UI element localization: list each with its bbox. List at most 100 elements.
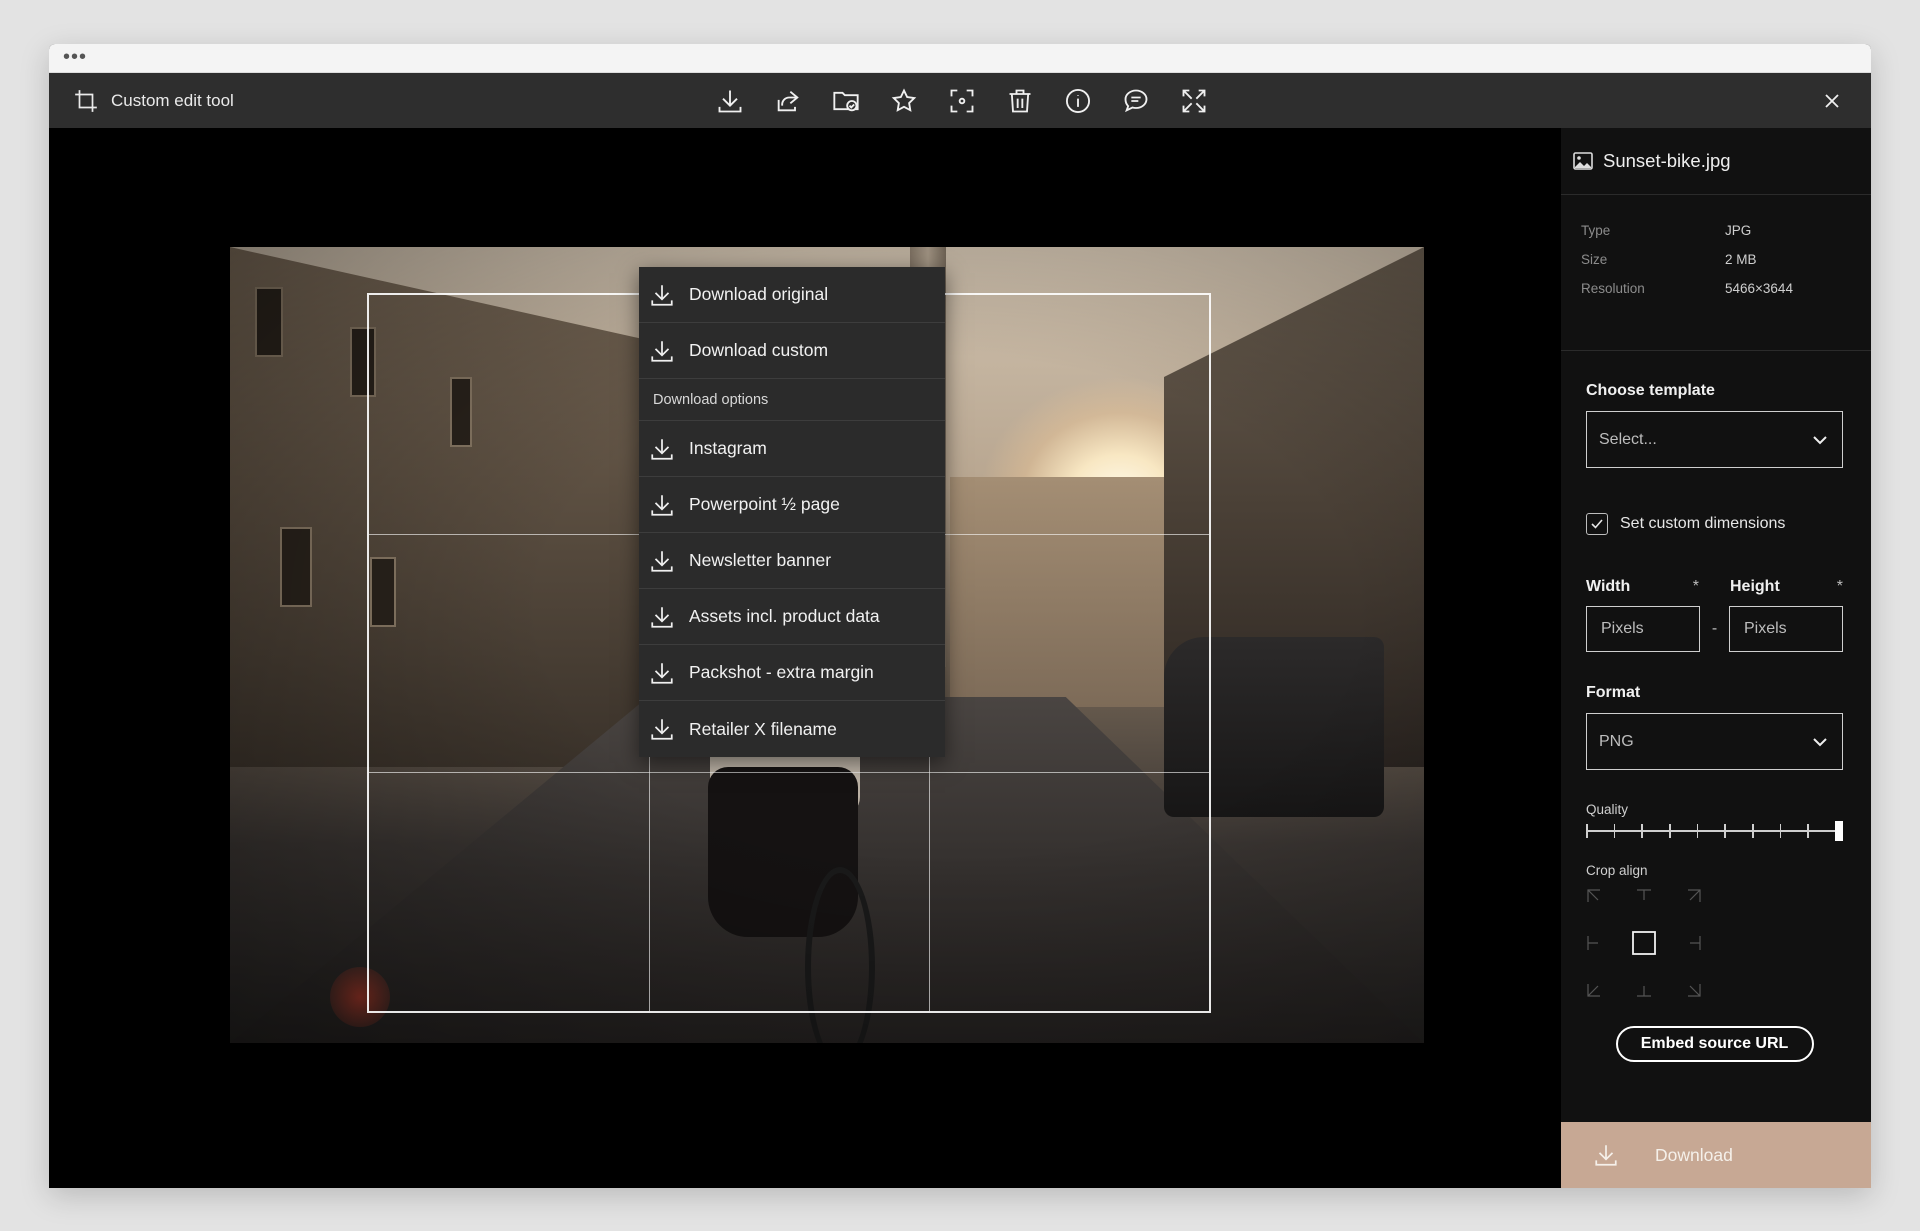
align-bottom-right[interactable] — [1672, 968, 1702, 998]
download-button[interactable] — [701, 73, 759, 128]
center-square-icon — [1632, 931, 1656, 955]
share-button[interactable] — [759, 73, 817, 128]
tool-title: Custom edit tool — [73, 73, 234, 128]
quality-slider-tick — [1669, 824, 1671, 838]
meta-row-resolution: Resolution 5466×3644 — [1581, 281, 1871, 310]
menu-item-label: Download custom — [689, 340, 829, 360]
chevron-down-icon — [1813, 435, 1827, 444]
height-input[interactable] — [1728, 606, 1843, 652]
menu-item-label: Assets incl. product data — [689, 606, 880, 626]
menu-section-header: Download options — [639, 379, 945, 421]
custom-dimensions-label: Set custom dimensions — [1620, 515, 1786, 532]
edge-left-icon — [1587, 936, 1598, 950]
quality-slider-track — [1586, 830, 1843, 832]
toolbar-actions — [701, 73, 1223, 128]
file-metadata: Type JPG Size 2 MB Resolution 5466×3644 — [1561, 195, 1871, 351]
template-select-value: Select... — [1599, 430, 1657, 448]
download-icon — [718, 90, 742, 112]
format-label: Format — [1586, 684, 1641, 701]
download-submit-button[interactable]: Download — [1561, 1122, 1871, 1188]
width-label-row: Width * — [1586, 578, 1699, 596]
download-icon — [651, 662, 673, 684]
align-top-left[interactable] — [1586, 888, 1616, 918]
menu-item-instagram[interactable]: Instagram — [639, 421, 945, 477]
corner-top-left-icon — [1587, 889, 1600, 902]
quality-slider-tick — [1724, 824, 1726, 838]
trash-icon — [1009, 89, 1031, 112]
menu-item-label: Powerpoint ½ page — [689, 494, 840, 514]
window-menu-dots[interactable]: ••• — [63, 47, 87, 67]
download-menu: Download original Download custom Downlo… — [639, 267, 945, 757]
menu-item-packshot[interactable]: Packshot - extra margin — [639, 645, 945, 701]
width-required-mark: * — [1692, 578, 1699, 595]
delete-button[interactable] — [991, 73, 1049, 128]
quality-slider-thumb[interactable] — [1835, 821, 1843, 841]
menu-item-assets-product-data[interactable]: Assets incl. product data — [639, 589, 945, 645]
corner-bottom-left-icon — [1587, 984, 1600, 997]
checkmark-icon — [1591, 519, 1603, 529]
download-icon — [651, 719, 673, 740]
add-to-folder-button[interactable] — [817, 73, 875, 128]
align-top-center[interactable] — [1629, 888, 1659, 918]
menu-item-label: Download original — [689, 284, 829, 304]
meta-value: JPG — [1725, 223, 1752, 238]
close-button[interactable] — [1817, 73, 1847, 128]
quality-slider-tick — [1779, 824, 1782, 838]
align-middle-left[interactable] — [1586, 928, 1616, 958]
menu-item-download-custom[interactable]: Download custom — [639, 323, 945, 379]
align-bottom-center[interactable] — [1629, 968, 1659, 998]
file-name: Sunset-bike.jpg — [1603, 150, 1731, 171]
dimension-inputs: - — [1586, 606, 1843, 652]
align-top-right[interactable] — [1672, 888, 1702, 918]
align-bottom-left[interactable] — [1586, 968, 1616, 998]
download-icon — [1595, 1145, 1617, 1166]
template-select[interactable]: Select... — [1586, 411, 1843, 468]
embed-source-url-button[interactable]: Embed source URL — [1615, 1026, 1814, 1062]
height-label-row: Height * — [1730, 578, 1843, 596]
quality-slider[interactable] — [1586, 821, 1843, 841]
favorite-button[interactable] — [875, 73, 933, 128]
custom-dimensions-checkbox[interactable] — [1586, 513, 1608, 535]
quality-slider-tick — [1807, 824, 1809, 838]
format-select-value: PNG — [1599, 732, 1634, 750]
comment-button[interactable] — [1107, 73, 1165, 128]
meta-key: Size — [1581, 252, 1608, 267]
download-button-label: Download — [1655, 1144, 1733, 1165]
file-header: Sunset-bike.jpg — [1561, 128, 1871, 195]
download-icon — [651, 340, 673, 362]
quality-label: Quality — [1586, 802, 1629, 817]
meta-key: Type — [1581, 223, 1611, 238]
menu-item-powerpoint[interactable]: Powerpoint ½ page — [639, 477, 945, 533]
meta-row-type: Type JPG — [1581, 223, 1871, 252]
align-center[interactable] — [1629, 928, 1659, 958]
meta-value: 2 MB — [1725, 252, 1757, 267]
edge-bottom-icon — [1637, 986, 1651, 997]
quality-slider-tick — [1613, 824, 1616, 838]
width-input[interactable] — [1586, 606, 1700, 652]
quality-slider-tick — [1696, 824, 1699, 838]
crop-align-grid — [1586, 888, 1702, 998]
menu-item-label: Retailer X filename — [689, 718, 837, 739]
corner-bottom-right-icon — [1688, 984, 1701, 997]
fullscreen-button[interactable] — [1165, 73, 1223, 128]
focus-button[interactable] — [933, 73, 991, 128]
align-middle-right[interactable] — [1672, 928, 1702, 958]
star-icon — [891, 87, 917, 112]
crop-align-label: Crop align — [1586, 863, 1648, 878]
meta-row-size: Size 2 MB — [1581, 252, 1871, 281]
meta-value: 5466×3644 — [1725, 281, 1793, 296]
format-select[interactable]: PNG — [1586, 713, 1843, 770]
dimension-labels: Width * Height * — [1586, 578, 1843, 596]
menu-item-retailer-filename[interactable]: Retailer X filename — [639, 701, 945, 757]
tool-title-label: Custom edit tool — [111, 90, 234, 110]
info-button[interactable] — [1049, 73, 1107, 128]
image-canvas: Download original Download custom Downlo… — [49, 128, 1561, 1188]
menu-item-newsletter-banner[interactable]: Newsletter banner — [639, 533, 945, 589]
menu-item-label: Packshot - extra margin — [689, 662, 874, 682]
download-icon — [651, 284, 673, 306]
download-icon — [651, 550, 673, 572]
expand-icon — [1182, 89, 1206, 112]
menu-item-download-original[interactable]: Download original — [639, 267, 945, 323]
crop-grid-line — [369, 772, 1209, 774]
custom-dimensions-row: Set custom dimensions — [1586, 513, 1843, 535]
